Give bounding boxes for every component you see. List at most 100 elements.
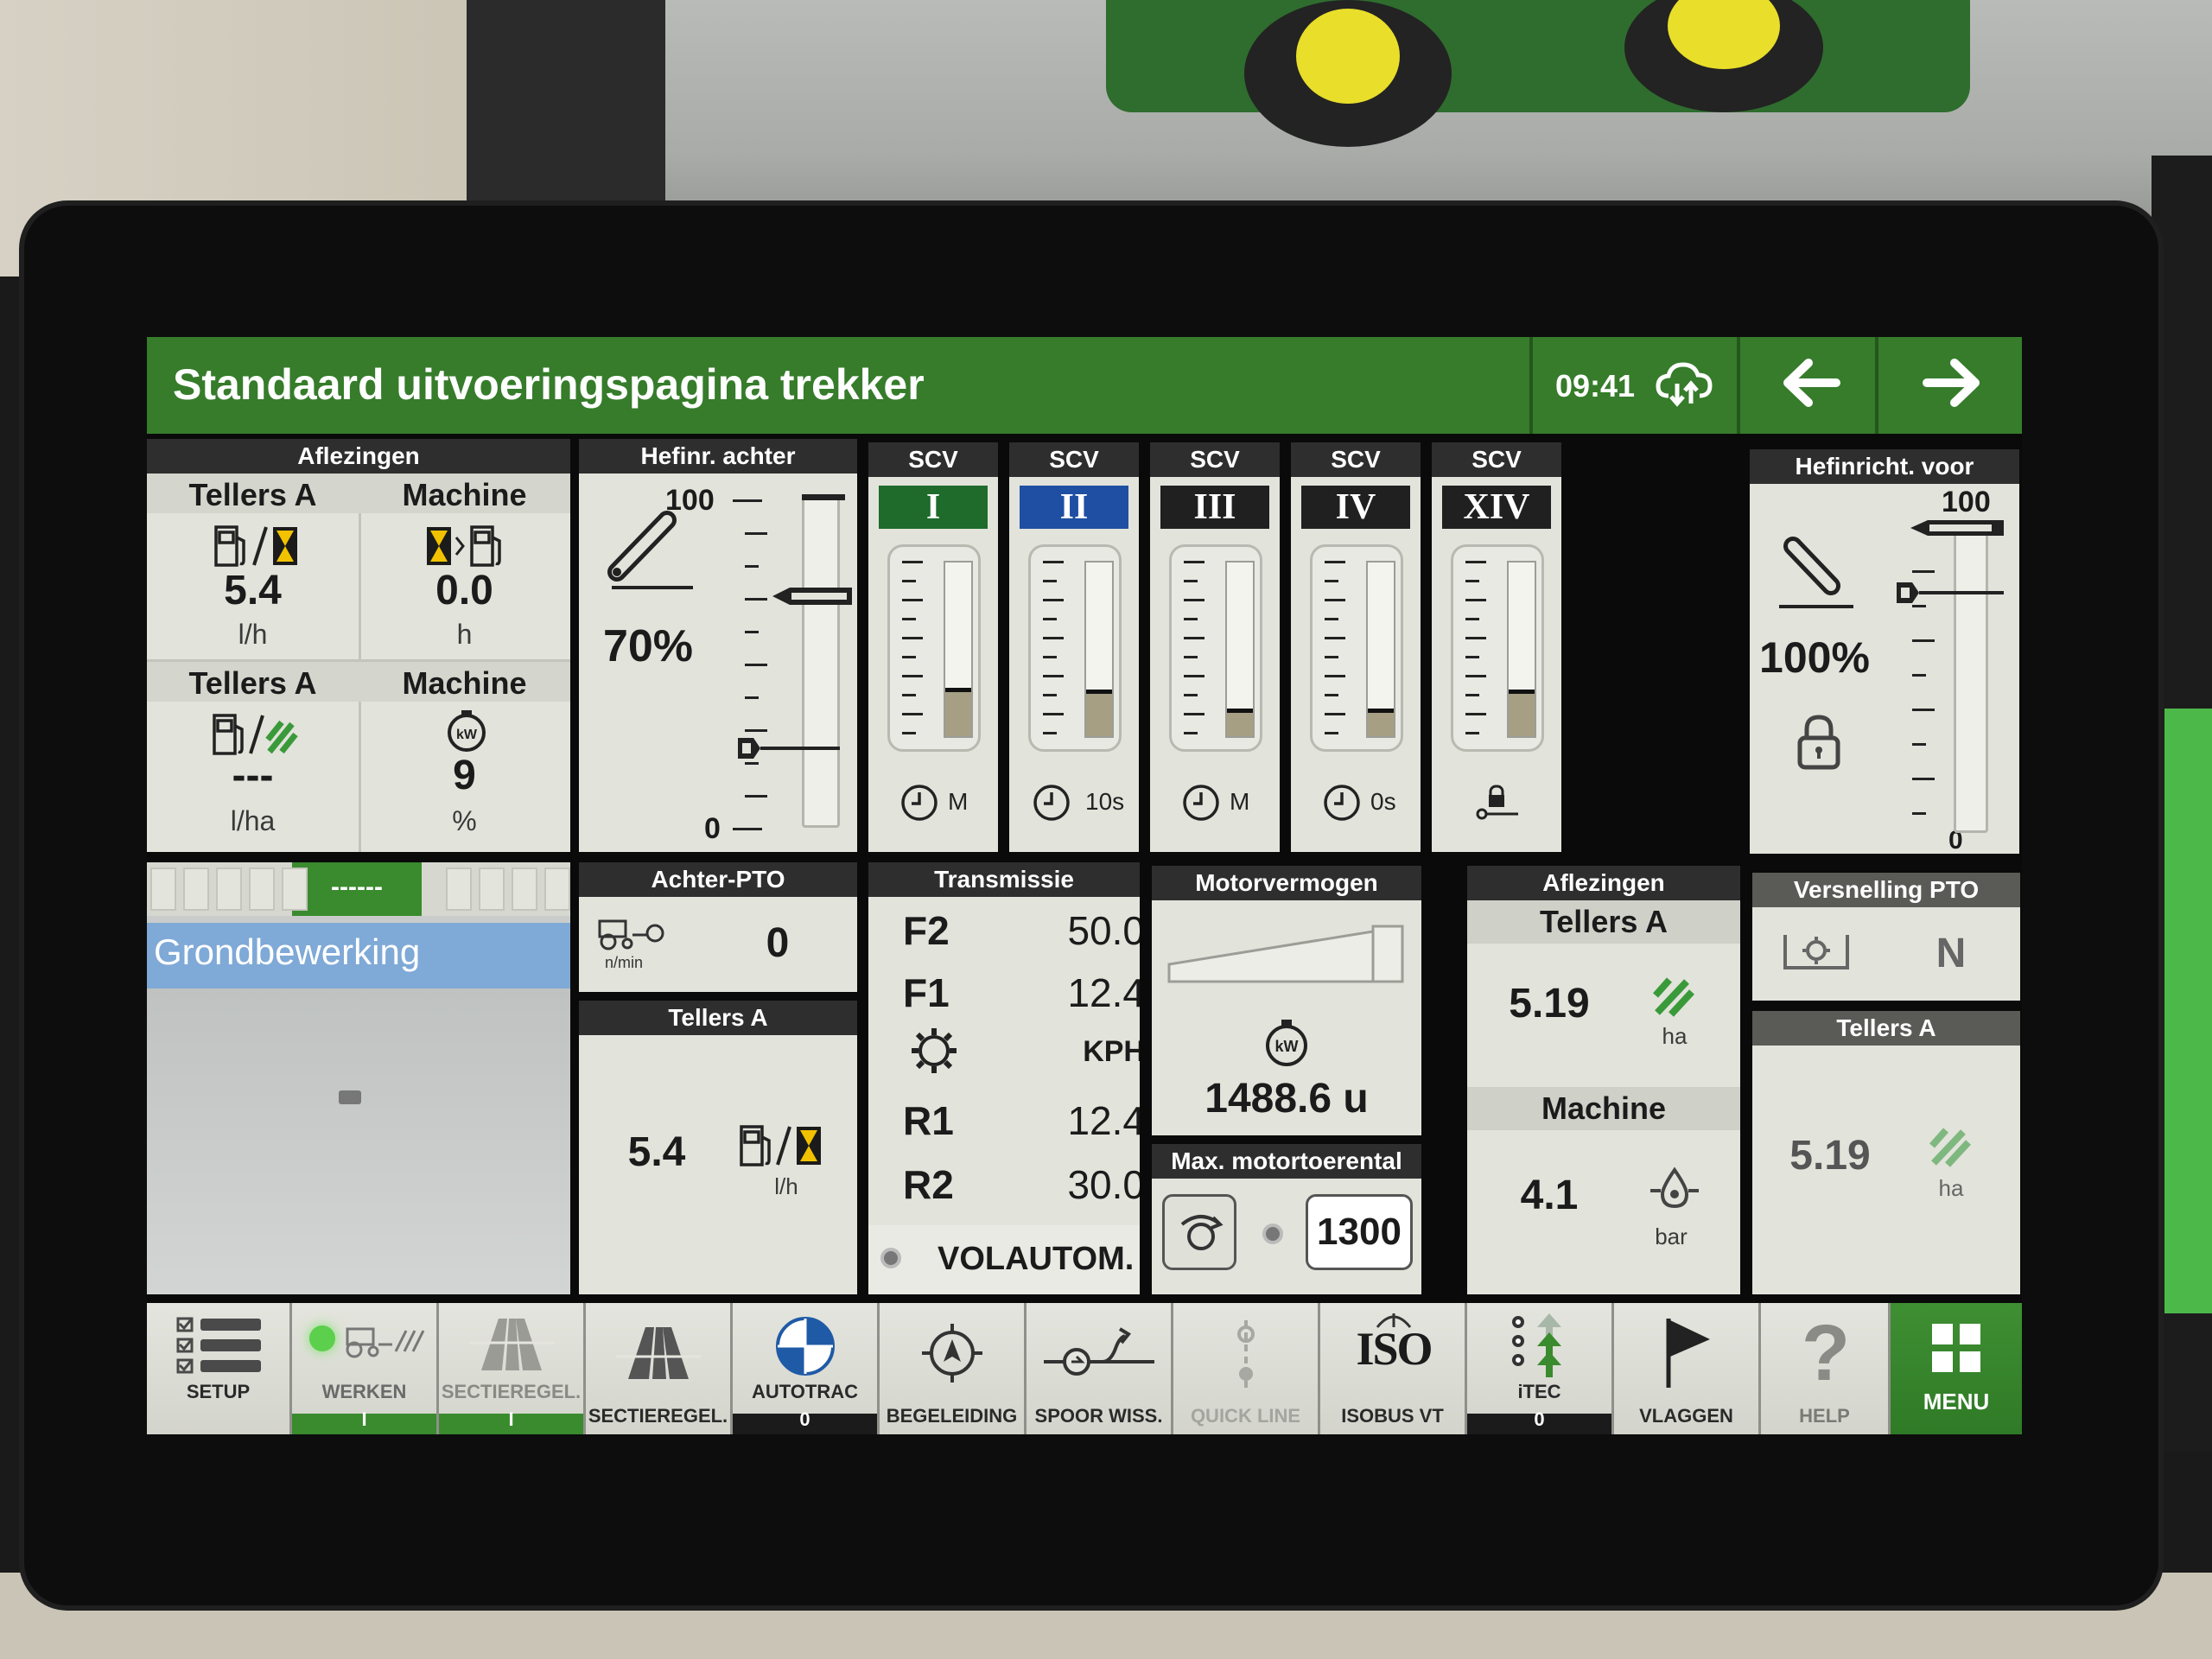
tractor-implement-icon <box>346 1327 425 1358</box>
readings-label: Tellers A <box>188 477 317 512</box>
hitch-scale-tick <box>745 664 767 666</box>
rear-pto-panel[interactable]: Achter-PTO n/min 0 <box>579 862 857 992</box>
autotrac-button[interactable]: AUTOTRAC 0 <box>733 1303 880 1434</box>
background-tractor <box>1106 0 1970 112</box>
engine-speed-button[interactable] <box>1162 1194 1236 1270</box>
section-control-button-2[interactable]: SECTIEREGEL. <box>586 1303 733 1434</box>
menu-button[interactable]: MENU <box>1891 1303 2022 1434</box>
area-value: 5.19 <box>1509 981 1590 1027</box>
help-button[interactable]: ? HELP <box>1761 1303 1891 1434</box>
guidance-button[interactable]: BEGELEIDING <box>880 1303 1027 1434</box>
panel-title: Aflezingen <box>147 439 570 474</box>
forward-arrow-icon[interactable] <box>1918 353 1987 417</box>
front-hitch-setpoint-marker[interactable] <box>1909 518 2005 542</box>
itec-button[interactable]: iTEC 0 <box>1467 1303 1614 1434</box>
front-hitch-panel[interactable]: Hefinricht. voor 100 0 100% <box>1750 449 2019 854</box>
scv-scale-tick <box>1325 694 1338 696</box>
toolbar-sublabel: 0 <box>799 1408 810 1430</box>
scv-scale-tick <box>1325 618 1338 620</box>
track-switch-button[interactable]: SPOOR WISS. <box>1027 1303 1173 1434</box>
engine-power-panel[interactable]: Motorvermogen kW 1488.6 u <box>1152 866 1421 1135</box>
rear-hitch-panel[interactable]: Hefinr. achter 70% 100 0 <box>579 439 857 852</box>
tractor-position-icon <box>339 1090 361 1104</box>
gear-label: F1 <box>903 970 950 1015</box>
toolbar-label: VLAGGEN <box>1639 1405 1733 1427</box>
panel-title: SCV <box>1150 442 1280 477</box>
section-control-button[interactable]: SECTIEREGEL. I <box>439 1303 586 1434</box>
readings-label: Tellers A <box>188 665 317 701</box>
readings-panel[interactable]: Aflezingen Tellers A 5.4 l/h Machine 0.0… <box>147 439 570 852</box>
area-unit: ha <box>1662 1023 1688 1049</box>
pto-gear-value: N <box>1936 931 1967 976</box>
gear-speed: 12.4 <box>1067 1098 1140 1143</box>
scv-panel-14[interactable]: SCV XIV <box>1432 442 1561 852</box>
scv-scale-tick <box>1184 599 1205 601</box>
max-engine-speed-panel[interactable]: Max. motortoerental 1300 <box>1152 1144 1421 1294</box>
scv-panel-3[interactable]: SCV III M <box>1150 442 1280 852</box>
hitch-scale-tick <box>1912 709 1935 711</box>
rear-hitch-setpoint-marker[interactable] <box>771 586 854 611</box>
scv-number-badge: I <box>879 486 988 529</box>
counter-panel-right[interactable]: Tellers A 5.19 ha <box>1752 1011 2020 1294</box>
scv-scale-tick <box>1184 580 1198 582</box>
toolbar-label: SECTIEREGEL. <box>441 1381 582 1402</box>
toolbar-sublabel: I <box>508 1408 514 1430</box>
hitch-scale-tick <box>1912 743 1926 746</box>
max-engine-speed-button[interactable]: 1300 <box>1306 1194 1413 1270</box>
scv-scale-tick <box>1325 561 1345 563</box>
guidance-panel[interactable]: ------ Grondbewerking <box>147 862 570 1294</box>
panel-title: Motorvermogen <box>1152 866 1421 900</box>
lock-icon[interactable] <box>1793 712 1845 777</box>
scv-scale-tick <box>1184 561 1205 563</box>
scv-scale-tick <box>1325 675 1345 677</box>
back-arrow-icon[interactable] <box>1776 353 1845 417</box>
front-hitch-position-marker <box>1893 575 2005 614</box>
quick-line-button[interactable]: QUICK LINE <box>1173 1303 1320 1434</box>
bottom-toolbar: SETUP WERKEN I SECTIEREGEL. I SECTIEREGE… <box>147 1303 2022 1434</box>
scv-number-badge: III <box>1160 486 1269 529</box>
gear-speed: 30.0 <box>1067 1162 1140 1207</box>
toolbar-sublabel: I <box>361 1408 367 1430</box>
flags-button[interactable]: VLAGGEN <box>1614 1303 1761 1434</box>
lightbar-segment <box>282 868 308 911</box>
scv-panel-2[interactable]: SCV II 10s <box>1009 442 1139 852</box>
readings-unit: % <box>452 805 477 836</box>
readings-label: Tellers A <box>1467 900 1740 944</box>
counter-panel[interactable]: Tellers A 5.4 l/h <box>579 1001 857 1294</box>
work-button[interactable]: WERKEN I <box>292 1303 439 1434</box>
panel-title: Tellers A <box>579 1001 857 1035</box>
scv-scale-tick <box>902 599 923 601</box>
isobus-vt-button[interactable]: ISO ISOBUS VT <box>1320 1303 1467 1434</box>
setup-button[interactable]: SETUP <box>147 1303 292 1434</box>
readings-label: Machine <box>402 665 527 701</box>
timer-icon <box>901 785 938 821</box>
display-screen: Standaard uitvoeringspagina trekker 09:4… <box>147 337 2022 1434</box>
hitch-scale-tick <box>745 631 759 633</box>
readings-panel-b[interactable]: Aflezingen Tellers A 5.19 ha Machine 4.1… <box>1467 866 1740 1294</box>
checklist-icon <box>176 1317 261 1374</box>
scv-scale-tick <box>1325 637 1345 639</box>
rear-hitch-min: 0 <box>704 812 721 845</box>
lock-lever-icon <box>1476 785 1518 820</box>
itec-sequence-icon <box>1511 1313 1561 1377</box>
readings-label: Machine <box>1467 1087 1740 1130</box>
timer-icon <box>1033 785 1070 821</box>
svg-text:kW: kW <box>456 728 478 742</box>
toolbar-label: WERKEN <box>321 1381 407 1402</box>
scv-panel-4[interactable]: SCV IV 0s <box>1291 442 1421 852</box>
scv-flow-gauge <box>1310 544 1403 752</box>
scv-mode: 10s <box>1085 788 1125 815</box>
scv-scale-tick <box>1043 637 1064 639</box>
scv-scale-tick <box>902 580 916 582</box>
scv-panel-1[interactable]: SCV I M <box>868 442 998 852</box>
lightbar-segment <box>249 868 275 911</box>
cloud-sync-icon[interactable] <box>1655 358 1715 414</box>
rear-pto-speed: 0 <box>766 920 790 966</box>
guidance-map[interactable] <box>147 988 570 1294</box>
pto-gear-panel[interactable]: Versnelling PTO N <box>1752 873 2020 1001</box>
side-panel <box>2164 709 2212 1313</box>
transmission-panel[interactable]: Transmissie F2 50.0 F1 12.4 KPH R1 12.4 … <box>868 862 1140 1294</box>
hydraulic-pressure-icon <box>1647 1165 1702 1214</box>
quick-line-icon <box>1236 1320 1255 1388</box>
scv-scale-tick <box>1184 732 1198 734</box>
